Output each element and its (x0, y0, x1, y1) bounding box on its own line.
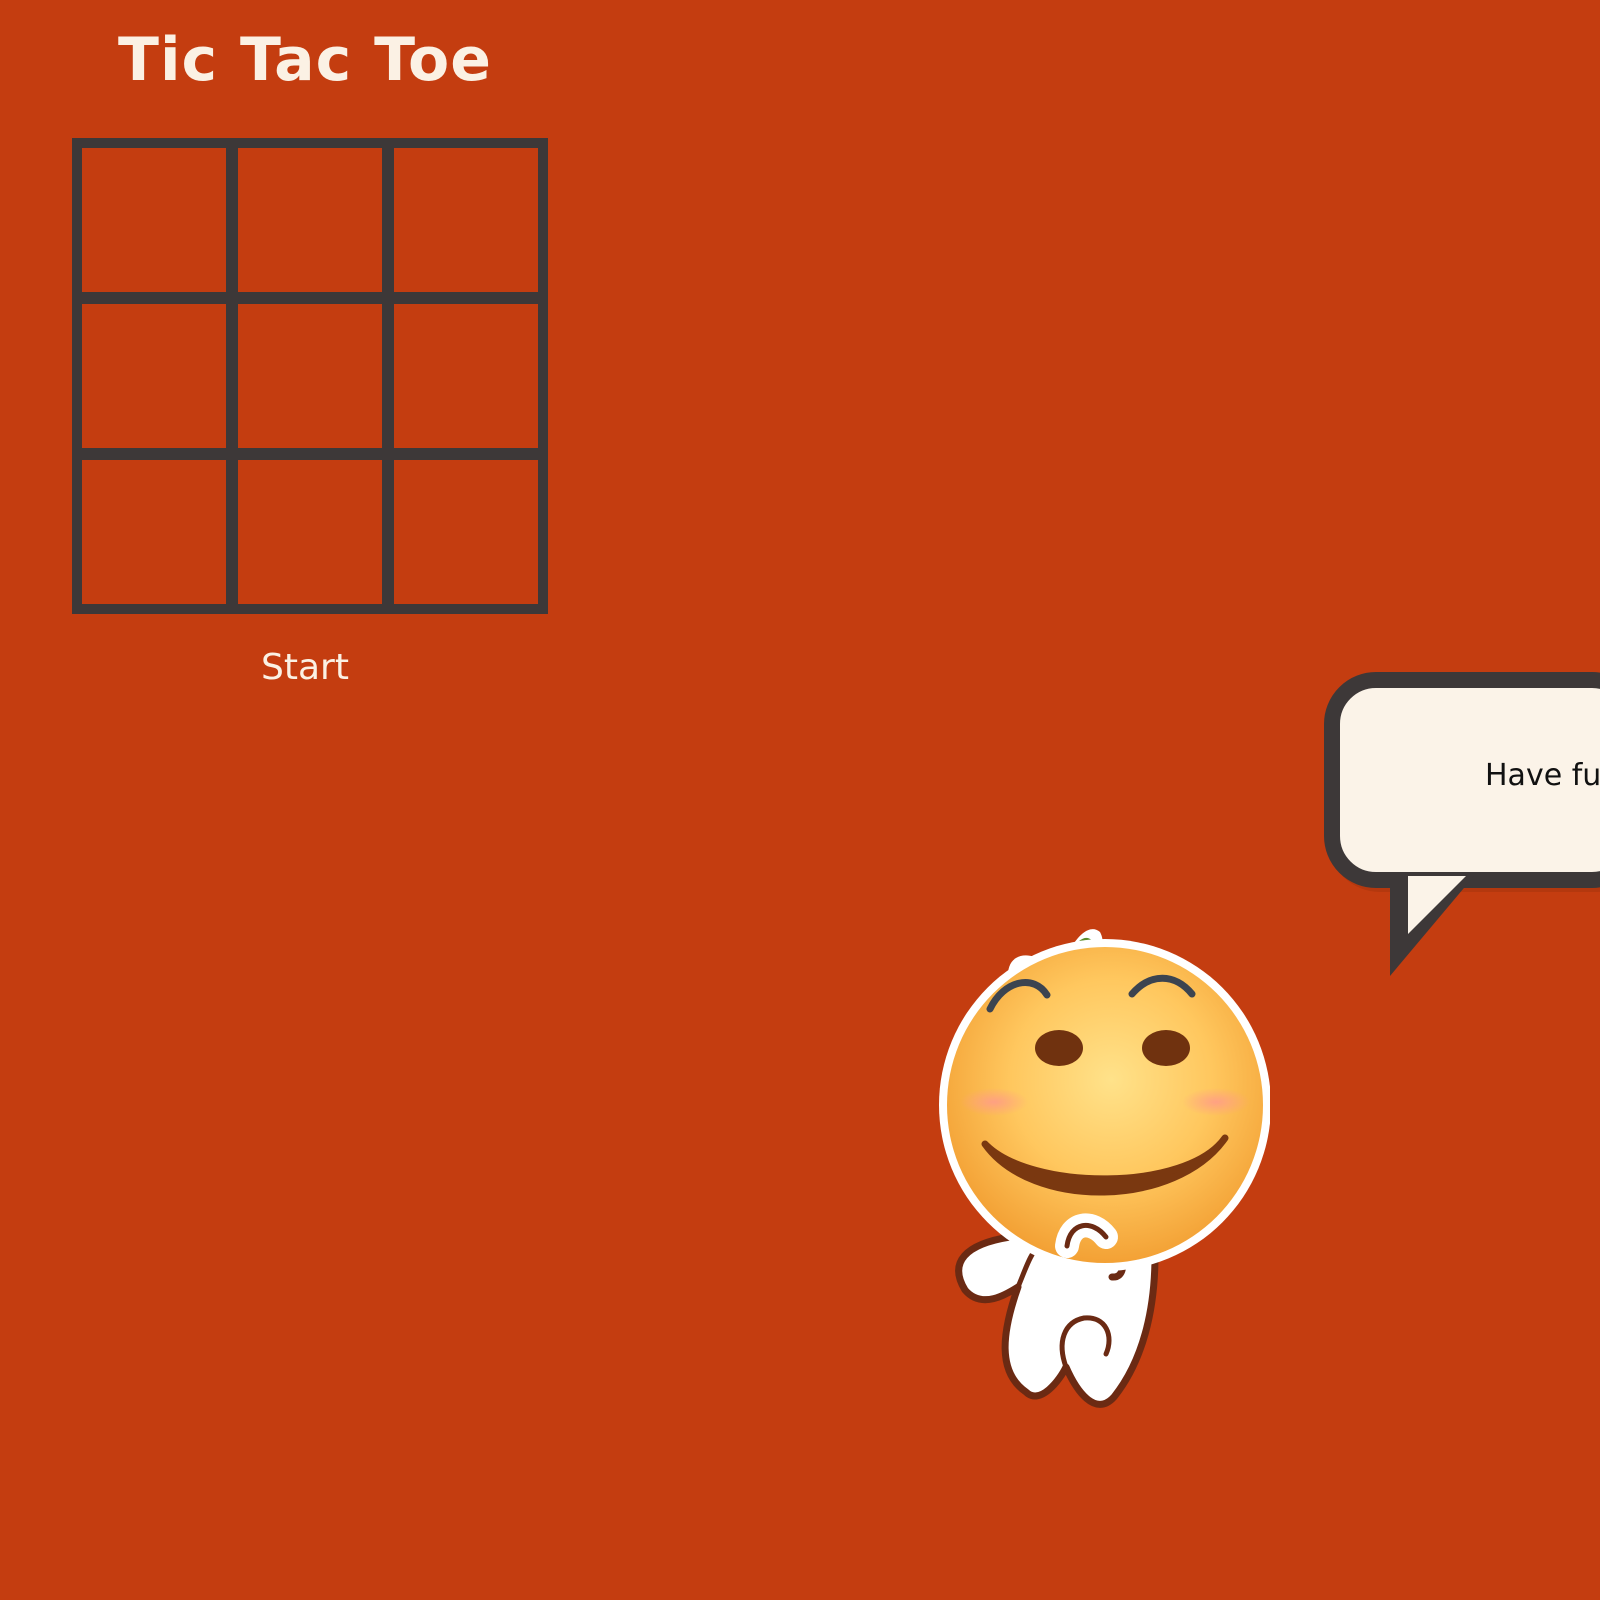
board-cell-6[interactable] (394, 304, 538, 448)
board-cell-5[interactable] (238, 304, 382, 448)
board-cell-7[interactable] (82, 460, 226, 604)
start-button[interactable]: Start (240, 640, 370, 696)
game-title: Tic Tac Toe (118, 25, 492, 95)
board-cell-3[interactable] (394, 148, 538, 292)
orange-mascot-icon (939, 929, 1270, 1408)
game-board (72, 138, 548, 614)
board-cell-1[interactable] (82, 148, 226, 292)
board-cell-2[interactable] (238, 148, 382, 292)
speech-bubble: Have fun. (1324, 672, 1600, 888)
board-cell-4[interactable] (82, 304, 226, 448)
speech-bubble-text: Have fun. (1485, 758, 1600, 793)
speech-bubble-tail (1390, 876, 1474, 976)
game-screen: Tic Tac Toe Start Have fun. (0, 0, 1600, 1600)
board-cell-8[interactable] (238, 460, 382, 604)
board-cell-9[interactable] (394, 460, 538, 604)
